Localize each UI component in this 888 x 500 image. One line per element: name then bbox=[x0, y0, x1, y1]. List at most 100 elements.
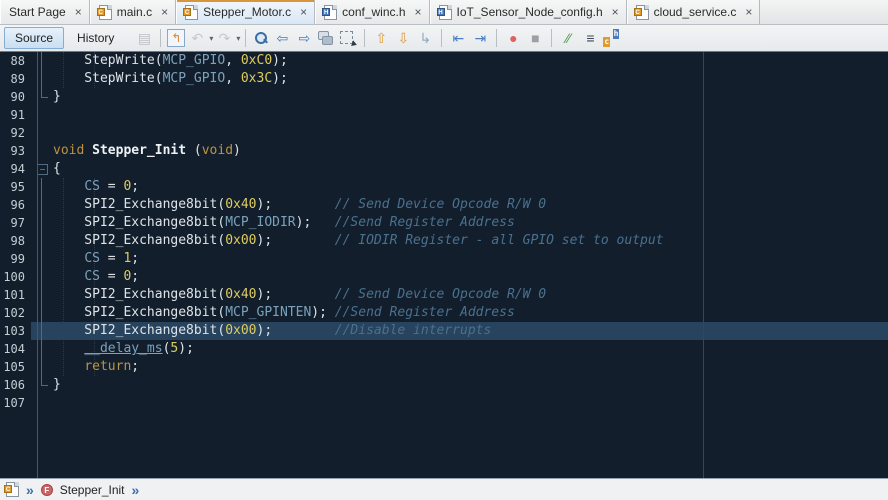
shift-line-right-icon[interactable]: ⇥ bbox=[470, 28, 490, 48]
code-line[interactable]: void Stepper_Init (void) bbox=[53, 142, 888, 160]
tab-main-c[interactable]: Cmain.c× bbox=[90, 0, 176, 24]
tab-label: Stepper_Motor.c bbox=[203, 5, 291, 19]
line-number[interactable]: 89 bbox=[0, 70, 31, 88]
code-row-101: 101 SPI2_Exchange8bit(0x40); // Send Dev… bbox=[0, 286, 888, 304]
tab-close-icon[interactable]: × bbox=[300, 6, 307, 18]
tab-label: Start Page bbox=[9, 5, 66, 19]
line-number[interactable]: 102 bbox=[0, 304, 31, 322]
fold-margin bbox=[31, 232, 53, 250]
rectangular-selection-icon[interactable] bbox=[338, 28, 358, 48]
fold-margin bbox=[31, 106, 53, 124]
tab-close-icon[interactable]: × bbox=[612, 6, 619, 18]
stop-macro-icon[interactable]: ■ bbox=[525, 28, 545, 48]
tab-conf-winc-h[interactable]: Hconf_winc.h× bbox=[315, 0, 429, 24]
line-number[interactable]: 103 bbox=[0, 322, 31, 340]
previous-bookmark-icon[interactable]: ⇧ bbox=[371, 28, 391, 48]
code-line[interactable]: CS = 1; bbox=[53, 250, 888, 268]
source-button[interactable]: Source bbox=[4, 27, 64, 49]
tab-close-icon[interactable]: × bbox=[161, 6, 168, 18]
toggle-bookmark-icon[interactable]: ↳ bbox=[415, 28, 435, 48]
code-editor[interactable]: 88 StepWrite(MCP_GPIO, 0xC0);89 StepWrit… bbox=[0, 52, 888, 478]
fold-margin bbox=[31, 250, 53, 268]
line-number[interactable]: 91 bbox=[0, 106, 31, 124]
column-80-guide bbox=[703, 52, 704, 478]
history-button[interactable]: History bbox=[66, 27, 125, 49]
code-line[interactable]: __delay_ms(5); bbox=[53, 340, 888, 358]
code-line[interactable]: StepWrite(MCP_GPIO, 0x3C); bbox=[53, 70, 888, 88]
code-line[interactable]: CS = 0; bbox=[53, 178, 888, 196]
fold-margin bbox=[31, 88, 53, 106]
line-number[interactable]: 101 bbox=[0, 286, 31, 304]
forward-icon[interactable]: ↷ bbox=[214, 28, 234, 48]
code-row-102: 102 SPI2_Exchange8bit(MCP_GPINTEN); //Se… bbox=[0, 304, 888, 322]
line-number[interactable]: 94 bbox=[0, 160, 31, 178]
code-line[interactable] bbox=[53, 106, 888, 124]
code-line[interactable]: StepWrite(MCP_GPIO, 0xC0); bbox=[53, 52, 888, 70]
code-row-92: 92 bbox=[0, 124, 888, 142]
next-bookmark-icon[interactable]: ⇩ bbox=[393, 28, 413, 48]
last-edit-icon[interactable]: ↰ bbox=[167, 29, 185, 47]
code-row-89: 89 StepWrite(MCP_GPIO, 0x3C); bbox=[0, 70, 888, 88]
toggle-comment-icon[interactable]: ⁄⁄ bbox=[558, 28, 578, 48]
line-number[interactable]: 106 bbox=[0, 376, 31, 394]
find-selection-icon[interactable] bbox=[252, 29, 270, 47]
toggle-highlight-search-icon[interactable] bbox=[316, 28, 336, 48]
code-line[interactable] bbox=[53, 394, 888, 412]
forward-icon-dropdown[interactable]: ▾ bbox=[236, 34, 240, 43]
tab-iot-sensor-node-config-h[interactable]: HIoT_Sensor_Node_config.h× bbox=[430, 0, 627, 24]
line-number[interactable]: 98 bbox=[0, 232, 31, 250]
gutter-separator bbox=[37, 52, 38, 478]
tab-close-icon[interactable]: × bbox=[745, 6, 752, 18]
find-next-icon[interactable]: ⇨ bbox=[294, 28, 314, 48]
line-number[interactable]: 104 bbox=[0, 340, 31, 358]
breadcrumb-function-label[interactable]: Stepper_Init bbox=[60, 483, 125, 497]
toolbar-separator bbox=[441, 29, 442, 47]
code-line[interactable]: SPI2_Exchange8bit(0x40); // Send Device … bbox=[53, 286, 888, 304]
header-source-toggle-icon[interactable] bbox=[602, 29, 620, 47]
record-macro-icon[interactable]: ● bbox=[503, 28, 523, 48]
chevron-right-icon[interactable]: » bbox=[132, 483, 140, 497]
code-line[interactable] bbox=[53, 124, 888, 142]
code-line[interactable]: SPI2_Exchange8bit(MCP_GPINTEN); //Send R… bbox=[53, 304, 888, 322]
line-number[interactable]: 93 bbox=[0, 142, 31, 160]
fold-margin bbox=[31, 358, 53, 376]
shift-line-left-icon[interactable]: ⇤ bbox=[448, 28, 468, 48]
code-line[interactable]: SPI2_Exchange8bit(MCP_IODIR); //Send Reg… bbox=[53, 214, 888, 232]
tab-close-icon[interactable]: × bbox=[415, 6, 422, 18]
line-number[interactable]: 96 bbox=[0, 196, 31, 214]
tab-start-page[interactable]: Start Page × bbox=[0, 0, 90, 24]
find-previous-icon[interactable]: ⇦ bbox=[272, 28, 292, 48]
uncomment-icon[interactable]: ≡ bbox=[580, 28, 600, 48]
tab-stepper-motor-c[interactable]: CStepper_Motor.c× bbox=[176, 0, 315, 24]
code-line[interactable]: { bbox=[53, 160, 888, 178]
tab-close-icon[interactable]: × bbox=[75, 6, 82, 18]
back-icon-dropdown[interactable]: ▾ bbox=[209, 34, 213, 43]
code-line[interactable]: CS = 0; bbox=[53, 268, 888, 286]
line-number[interactable]: 92 bbox=[0, 124, 31, 142]
c-file-icon: C bbox=[99, 5, 112, 20]
code-line[interactable]: SPI2_Exchange8bit(0x00); //Disable inter… bbox=[53, 322, 888, 340]
code-line[interactable]: SPI2_Exchange8bit(0x00); // IODIR Regist… bbox=[53, 232, 888, 250]
line-number[interactable]: 100 bbox=[0, 268, 31, 286]
line-number[interactable]: 97 bbox=[0, 214, 31, 232]
code-line[interactable]: } bbox=[53, 376, 888, 394]
code-row-96: 96 SPI2_Exchange8bit(0x40); // Send Devi… bbox=[0, 196, 888, 214]
line-number[interactable]: 107 bbox=[0, 394, 31, 412]
code-line[interactable]: return; bbox=[53, 358, 888, 376]
line-number[interactable]: 105 bbox=[0, 358, 31, 376]
fold-collapse-icon[interactable] bbox=[31, 160, 53, 178]
code-line[interactable]: } bbox=[53, 88, 888, 106]
code-row-104: 104 __delay_ms(5); bbox=[0, 340, 888, 358]
chevron-right-icon[interactable]: » bbox=[26, 483, 34, 497]
format-icon[interactable]: ▤ bbox=[134, 28, 154, 48]
breadcrumb-bar: C » F Stepper_Init » bbox=[0, 478, 888, 500]
fold-margin bbox=[31, 178, 53, 196]
back-icon[interactable]: ↶ bbox=[187, 28, 207, 48]
code-line[interactable]: SPI2_Exchange8bit(0x40); // Send Device … bbox=[53, 196, 888, 214]
line-number[interactable]: 88 bbox=[0, 52, 31, 70]
line-number[interactable]: 99 bbox=[0, 250, 31, 268]
c-file-icon[interactable]: C bbox=[6, 482, 19, 497]
tab-cloud-service-c[interactable]: Ccloud_service.c× bbox=[627, 0, 761, 24]
line-number[interactable]: 90 bbox=[0, 88, 31, 106]
line-number[interactable]: 95 bbox=[0, 178, 31, 196]
